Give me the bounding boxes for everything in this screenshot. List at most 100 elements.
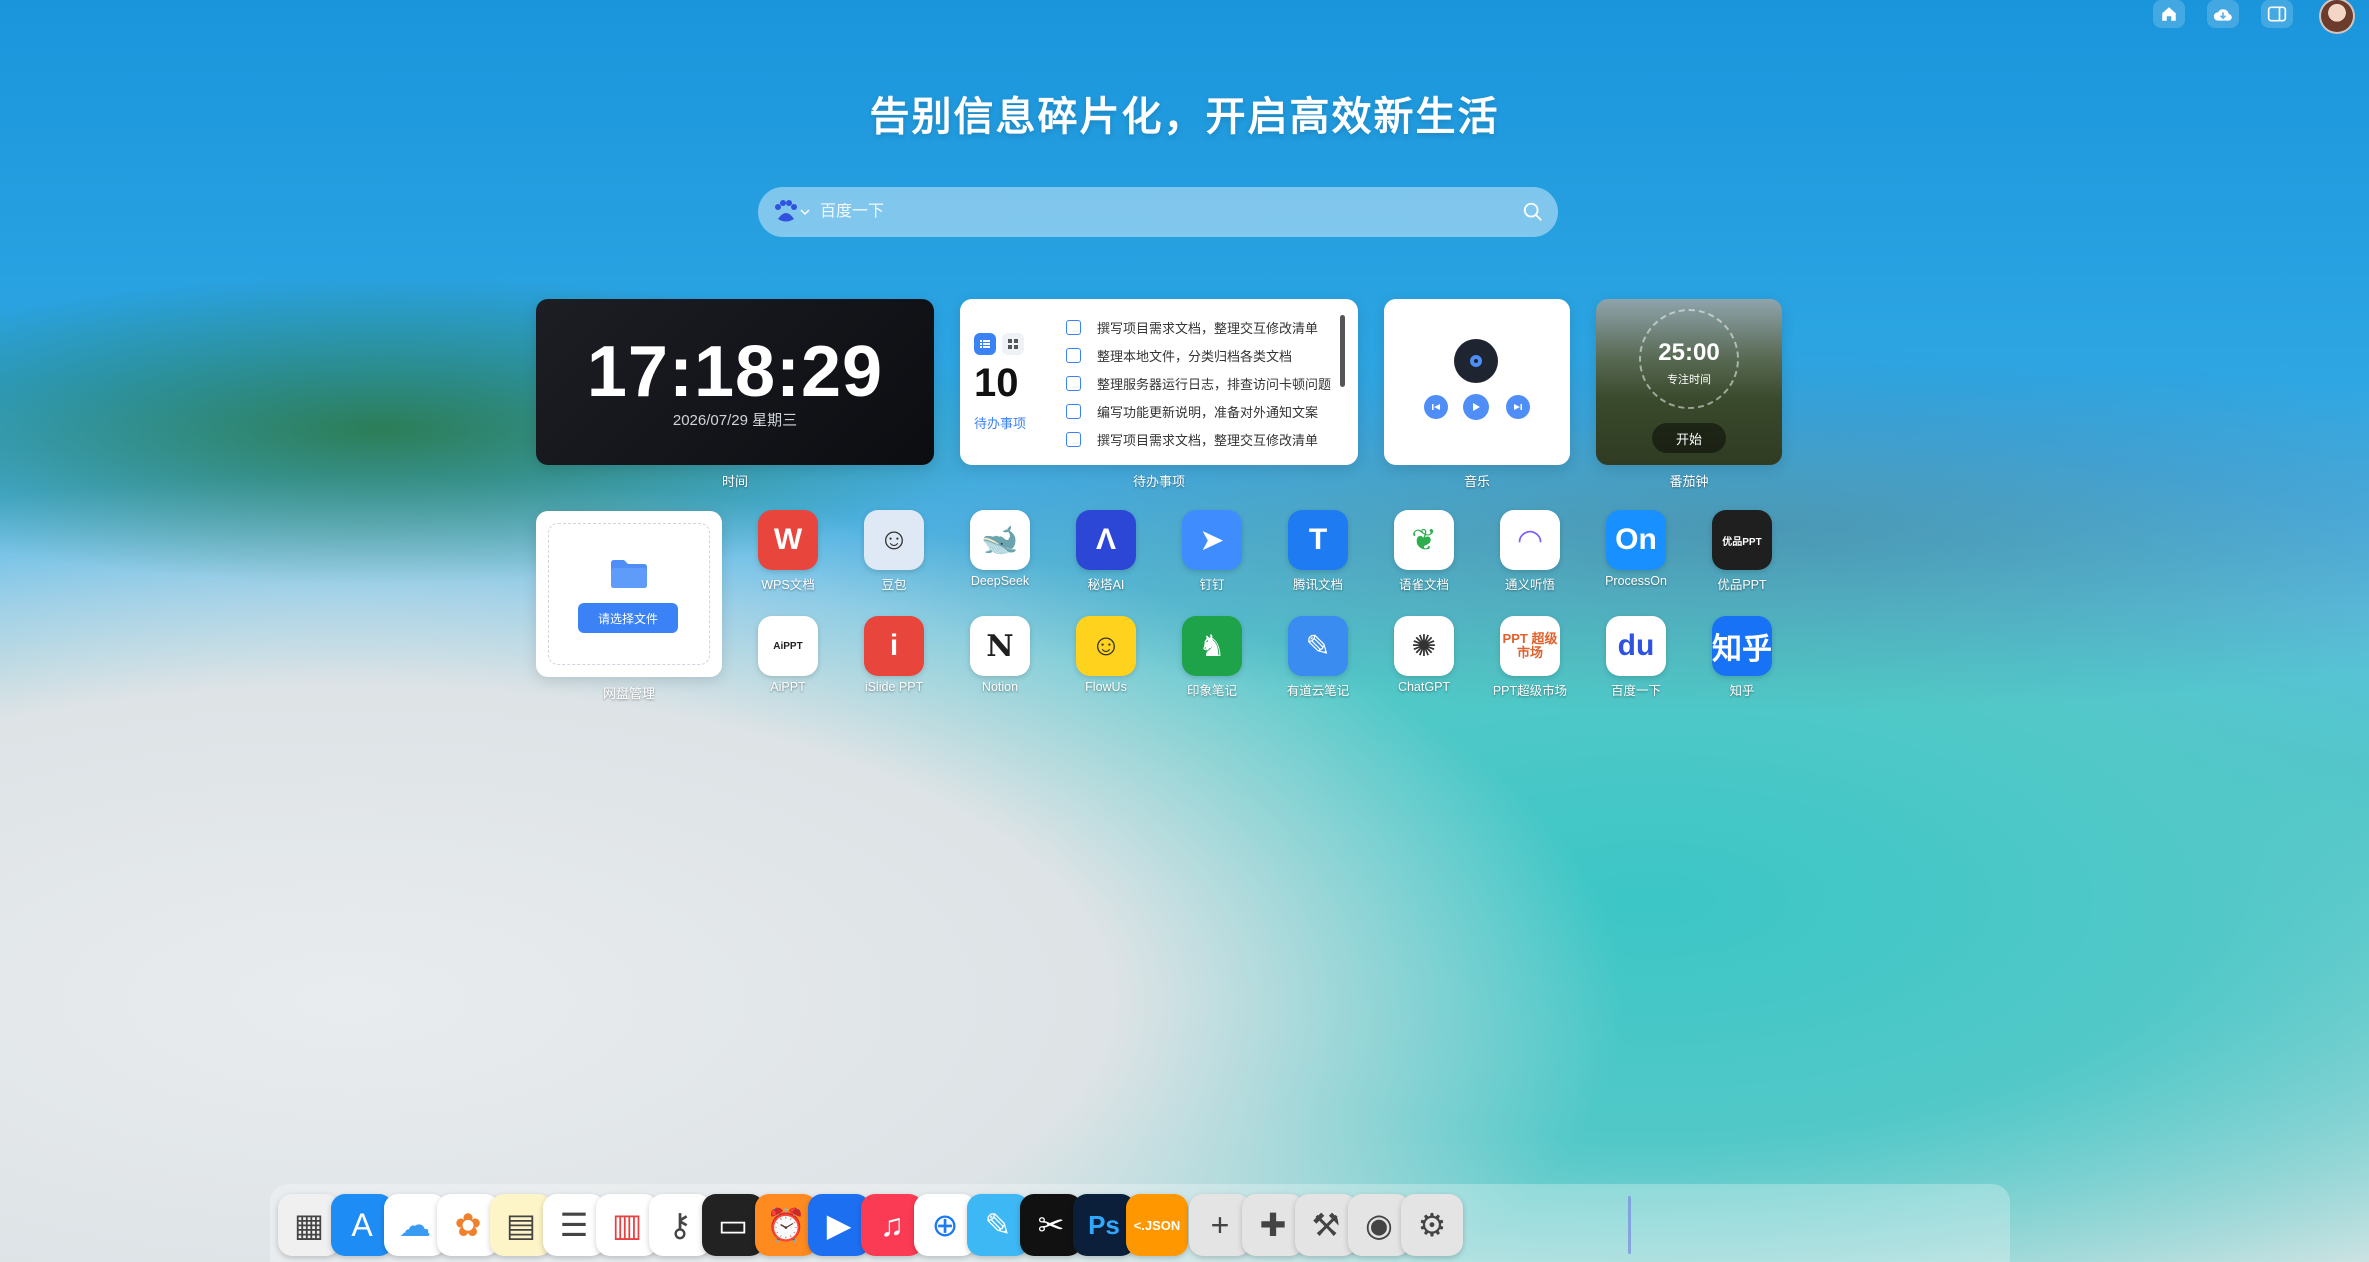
icloud-icon: ☁	[399, 1207, 431, 1243]
app-dingtalk[interactable]: ➤ 钉钉	[1162, 510, 1262, 593]
app-zhihu[interactable]: 知乎 知乎	[1692, 616, 1792, 699]
avatar[interactable]	[2319, 0, 2355, 34]
app-glyph: Λ	[1095, 523, 1116, 556]
previous-button[interactable]	[1424, 395, 1448, 419]
app-chatgpt[interactable]: ✺ ChatGPT	[1374, 616, 1474, 694]
todo-checkbox[interactable]	[1066, 319, 1081, 335]
youdao-note-icon: ✎	[1288, 616, 1348, 676]
app-flowus[interactable]: ☺ FlowUs	[1056, 616, 1156, 694]
chevron-down-icon[interactable]	[800, 208, 810, 216]
tingwu-icon: ◠	[1500, 510, 1560, 570]
app-wps[interactable]: W WPS文档	[738, 510, 838, 593]
tencent-docs-icon: T	[1288, 510, 1348, 570]
app-doubao[interactable]: ☺ 豆包	[844, 510, 944, 593]
cloud-disk-widget[interactable]: 请选择文件	[536, 511, 722, 677]
video-player-icon: ▶	[826, 1207, 852, 1243]
app-icon-text: N	[986, 628, 1014, 664]
skip-back-icon	[1432, 404, 1440, 410]
app-baidu[interactable]: du 百度一下	[1586, 616, 1686, 699]
sidebar-toggle-button[interactable]	[2261, 0, 2293, 28]
app-glyph: ✎	[1305, 629, 1331, 663]
dock-json[interactable]: <.JSON	[1126, 1194, 1188, 1256]
settings-icon: ⚙	[1417, 1207, 1447, 1243]
pomodoro-start-button[interactable]: 开始	[1652, 423, 1726, 453]
grid-icon	[1008, 339, 1018, 349]
app-label: 知乎	[1729, 684, 1755, 698]
app-glyph: ◠	[1518, 523, 1542, 557]
select-file-button[interactable]: 请选择文件	[578, 603, 678, 633]
app-notion[interactable]: N Notion	[950, 616, 1050, 694]
app-glyph: i	[889, 629, 899, 662]
app-icon-text: On	[1615, 523, 1657, 556]
music-disc[interactable]	[1454, 339, 1498, 383]
list-view-button[interactable]	[974, 333, 996, 355]
todo-item[interactable]: 编写功能更新说明，准备对外通知文案	[1066, 397, 1338, 425]
app-deepseek[interactable]: 🐋 DeepSeek	[950, 510, 1050, 588]
app-label: 有道云笔记	[1286, 684, 1350, 698]
play-icon	[1473, 403, 1480, 411]
todo-widget[interactable]: 10 待办事项 撰写项目需求文档，整理交互修改清单 整理本地文件，分类归档各类文…	[960, 299, 1358, 465]
doubao-icon: ☺	[864, 510, 924, 570]
app-tingwu[interactable]: ◠ 通义听悟	[1480, 510, 1580, 593]
next-button[interactable]	[1506, 395, 1530, 419]
todo-checkbox[interactable]	[1066, 431, 1081, 447]
search-bar	[758, 187, 1558, 237]
app-label: PPT超级市场	[1492, 684, 1568, 698]
search-icon[interactable]	[1522, 201, 1544, 223]
app-glyph: ➤	[1199, 523, 1225, 557]
app-processon[interactable]: On ProcessOn	[1586, 510, 1686, 588]
app-label: AiPPT	[770, 680, 806, 694]
app-tencent-docs[interactable]: T 腾讯文档	[1268, 510, 1368, 593]
todo-checkbox[interactable]	[1066, 375, 1081, 391]
app-metaso[interactable]: Λ 秘塔AI	[1056, 510, 1156, 593]
app-youdao-note[interactable]: ✎ 有道云笔记	[1268, 616, 1368, 699]
app-label: DeepSeek	[970, 574, 1030, 588]
folder-icon	[611, 560, 647, 588]
app-islide[interactable]: i iSlide PPT	[844, 616, 944, 694]
app-label: 腾讯文档	[1292, 578, 1343, 592]
todo-checkbox[interactable]	[1066, 403, 1081, 419]
photoshop-icon: Ps	[1088, 1209, 1120, 1240]
cloud-button[interactable]	[2207, 0, 2239, 28]
music-widget[interactable]	[1384, 299, 1570, 465]
play-button[interactable]	[1463, 394, 1489, 420]
pomodoro-subtitle: 专注时间	[1667, 374, 1711, 386]
drop-zone[interactable]	[548, 523, 710, 665]
deepseek-icon: 🐋	[970, 510, 1030, 570]
todo-item[interactable]: 整理本地文件，分类归档各类文档	[1066, 341, 1338, 369]
clock-widget[interactable]: 17:18:29 2026/07/29 星期三	[536, 299, 934, 465]
app-icon-text: 知乎	[1712, 633, 1772, 666]
grid-view-button[interactable]	[1002, 333, 1024, 355]
pomodoro-widget[interactable]: 25:00 专注时间 开始	[1596, 299, 1782, 465]
todo-item[interactable]: 整理服务器运行日志，排查访问卡顿问题	[1066, 369, 1338, 397]
app-evernote[interactable]: ♞ 印象笔记	[1162, 616, 1262, 699]
todo-item[interactable]: 撰写项目需求文档，整理交互修改清单	[1066, 425, 1338, 453]
dock-settings[interactable]: ⚙	[1401, 1194, 1463, 1256]
app-label: 印象笔记	[1186, 684, 1237, 698]
search-input[interactable]	[820, 203, 1522, 221]
launchpad-icon: ▦	[293, 1207, 325, 1243]
app-glyph: ☺	[878, 523, 910, 556]
todo-checkbox[interactable]	[1066, 347, 1081, 363]
app-aippt[interactable]: AiPPT AiPPT	[738, 616, 838, 694]
app-glyph: ☺	[1090, 629, 1122, 662]
app-ppt-market[interactable]: PPT 超级市场 PPT超级市场	[1480, 616, 1580, 699]
app-label: 通义听悟	[1504, 578, 1555, 592]
app-glyph: W	[773, 523, 803, 556]
todo-list: 撰写项目需求文档，整理交互修改清单 整理本地文件，分类归档各类文档 整理服务器运…	[1066, 313, 1338, 453]
notion-icon: N	[970, 616, 1030, 676]
app-label: ProcessOn	[1605, 574, 1667, 588]
app-yuque[interactable]: ❦ 语雀文档	[1374, 510, 1474, 593]
app-youpin-ppt[interactable]: 优品PPT 优品PPT	[1692, 510, 1792, 593]
app-label: 秘塔AI	[1087, 578, 1125, 592]
todo-item[interactable]: 撰写项目需求文档，整理交互修改清单	[1066, 313, 1338, 341]
home-button[interactable]	[2153, 0, 2185, 28]
metaso-icon: Λ	[1076, 510, 1136, 570]
app-label: 语雀文档	[1398, 578, 1449, 592]
plugin-icon: ✚	[1259, 1207, 1287, 1243]
app-label: iSlide PPT	[864, 680, 924, 694]
list-icon	[980, 340, 990, 348]
todo-scrollbar[interactable]	[1340, 315, 1345, 387]
baidu-paw-icon[interactable]	[772, 199, 800, 225]
yuque-icon: ❦	[1394, 510, 1454, 570]
